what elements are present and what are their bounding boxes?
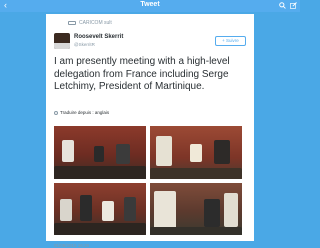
photo-figure	[102, 201, 114, 221]
retweet-context: CARICOM sult	[68, 20, 112, 26]
follow-button[interactable]: + Suivre	[215, 36, 246, 46]
tweet-timestamp: 01/09/2015 16:28	[54, 243, 90, 248]
photo-table	[150, 227, 242, 235]
photo-table	[150, 168, 242, 179]
photo-figure	[60, 199, 72, 221]
compose-icon[interactable]	[290, 2, 297, 9]
photo-figure	[62, 140, 74, 162]
photo-figure	[214, 140, 230, 164]
tweet-text: I am presently meeting with a high-level…	[54, 56, 230, 92]
photo-figure	[154, 191, 176, 231]
avatar-shirt	[54, 43, 70, 49]
photo-figure	[204, 199, 220, 227]
photo-figure	[156, 136, 172, 166]
photo-4[interactable]	[150, 183, 242, 235]
photo-figure	[190, 144, 202, 162]
photo-table	[54, 166, 146, 179]
photo-figure	[224, 193, 238, 227]
author-handle[interactable]: @SkerritR	[74, 42, 95, 47]
photo-3[interactable]	[54, 183, 146, 235]
photo-2[interactable]	[150, 126, 242, 179]
photo-figure	[80, 195, 92, 221]
page-title: Tweet	[140, 1, 160, 8]
avatar[interactable]	[54, 33, 70, 49]
app-frame: ‹ Tweet CARICOM sult Roosevelt Skerrit @…	[0, 0, 300, 248]
search-icon[interactable]	[279, 2, 286, 9]
photo-figure	[116, 144, 130, 164]
photo-figure	[124, 197, 136, 221]
translate-label: Traduire depuis : anglais	[60, 110, 110, 115]
photo-figure	[94, 146, 104, 162]
tweet-card: CARICOM sult Roosevelt Skerrit @SkerritR…	[46, 14, 254, 248]
photo-1[interactable]	[54, 126, 146, 179]
retweet-icon	[68, 20, 76, 25]
photo-table	[54, 223, 146, 235]
top-bar: ‹ Tweet	[0, 0, 300, 12]
translate-link[interactable]: Traduire depuis : anglais	[54, 110, 109, 115]
photo-grid	[54, 126, 242, 235]
retweeted-by-label: CARICOM sult	[79, 20, 112, 26]
author-name[interactable]: Roosevelt Skerrit	[74, 34, 123, 40]
globe-icon	[54, 110, 58, 115]
